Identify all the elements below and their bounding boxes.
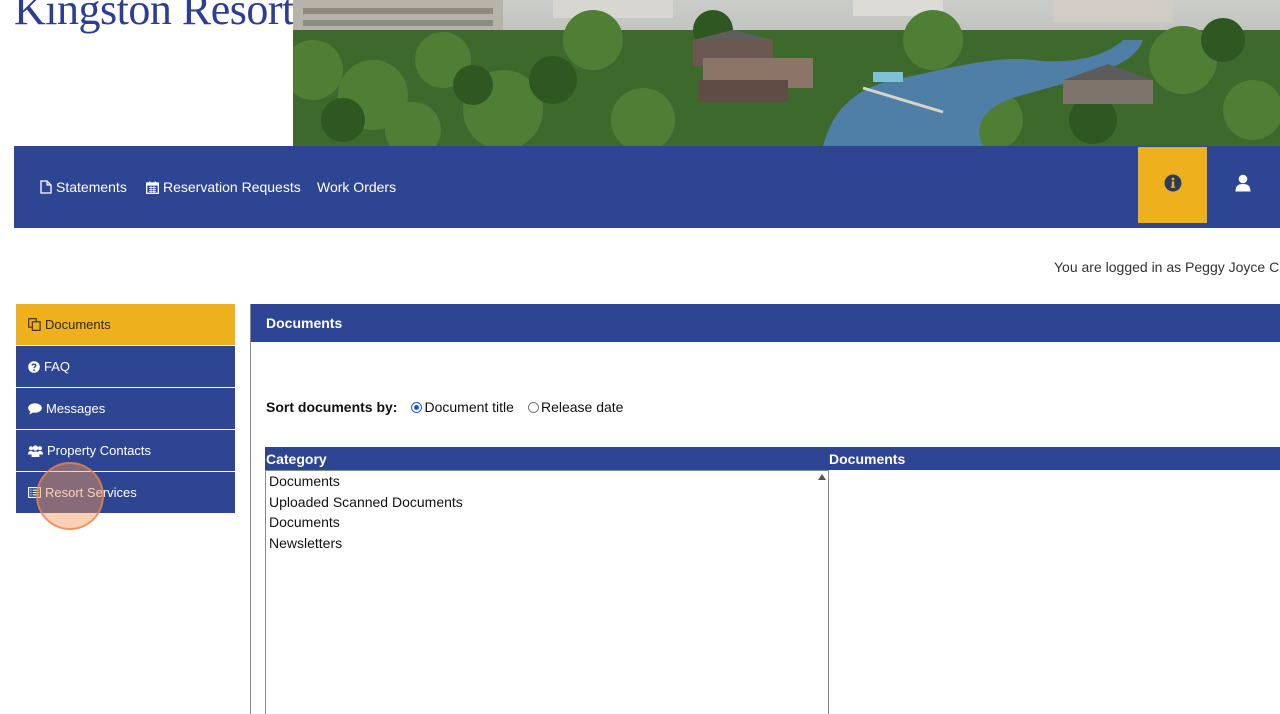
sidebar-item-label: FAQ <box>44 359 71 374</box>
sidebar-item-faq[interactable]: FAQ <box>16 346 235 388</box>
sidebar-item-label: Property Contacts <box>47 443 152 458</box>
scroll-up-arrow[interactable] <box>818 474 826 480</box>
banner-image <box>293 0 1280 146</box>
sort-controls: Sort documents by: Document title Releas… <box>266 399 637 415</box>
radio-label: Release date <box>540 399 624 415</box>
list-alt-icon <box>28 487 41 498</box>
list-item[interactable]: Documents <box>266 471 828 492</box>
documents-panel: Documents Sort documents by: Document ti… <box>250 304 1280 714</box>
logo-text: Kingston Resorts® <box>14 0 293 34</box>
list-item[interactable]: Newsletters <box>266 533 828 554</box>
sort-by-title-radio[interactable]: Document title <box>411 399 514 415</box>
question-circle-icon <box>28 360 40 373</box>
logo[interactable]: Kingston Resorts® <box>0 0 293 146</box>
category-list[interactable]: Documents Uploaded Scanned Documents Doc… <box>265 470 829 714</box>
sidebar: Documents FAQ Messages Property Contacts… <box>16 304 235 514</box>
sidebar-item-messages[interactable]: Messages <box>16 388 235 430</box>
sidebar-item-property-contacts[interactable]: Property Contacts <box>16 430 235 472</box>
grid-header: Category Documents <box>265 447 1280 470</box>
column-header-category: Category <box>266 451 327 467</box>
panel-title: Documents <box>251 304 1280 342</box>
nav-statements-label: Statements <box>56 179 127 195</box>
sidebar-item-label: Documents <box>45 317 111 332</box>
logged-in-status: You are logged in as Peggy Joyce C <box>1054 259 1280 275</box>
list-item[interactable]: Documents <box>266 512 828 533</box>
column-header-documents: Documents <box>829 451 906 467</box>
nav-reservation-requests-label: Reservation Requests <box>163 179 301 195</box>
sidebar-item-label: Messages <box>46 401 106 416</box>
radio-button[interactable] <box>527 401 539 413</box>
nav-statements[interactable]: Statements <box>40 146 127 228</box>
documents-list[interactable] <box>829 470 1280 714</box>
top-nav: Statements Reservation Requests Work Ord… <box>14 146 1280 228</box>
nav-work-orders[interactable]: Work Orders <box>317 146 396 228</box>
sidebar-item-label: Resort Services <box>45 485 137 500</box>
radio-button-selected[interactable] <box>411 401 423 413</box>
sidebar-item-resort-services[interactable]: Resort Services <box>16 472 235 514</box>
calendar-icon <box>146 181 159 194</box>
nav-work-orders-label: Work Orders <box>317 179 397 195</box>
comment-icon <box>28 402 42 415</box>
info-button[interactable] <box>1138 147 1207 223</box>
radio-label: Document title <box>424 399 514 415</box>
info-circle-icon <box>1164 174 1182 197</box>
sort-label: Sort documents by: <box>266 399 398 415</box>
sort-by-release-date-radio[interactable]: Release date <box>527 399 624 415</box>
copy-icon <box>28 318 41 331</box>
sidebar-item-documents[interactable]: Documents <box>16 304 235 346</box>
user-icon <box>1235 174 1251 197</box>
file-icon <box>40 180 52 194</box>
user-menu-button[interactable] <box>1210 147 1276 223</box>
nav-reservation-requests[interactable]: Reservation Requests <box>146 146 301 228</box>
list-item[interactable]: Uploaded Scanned Documents <box>266 492 828 513</box>
users-icon <box>28 444 43 457</box>
